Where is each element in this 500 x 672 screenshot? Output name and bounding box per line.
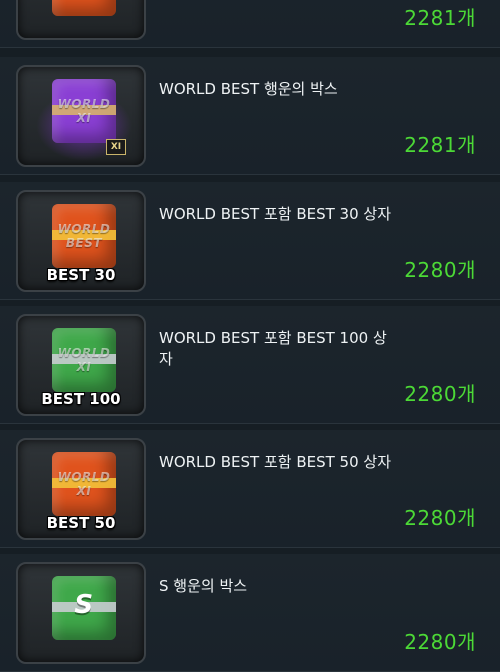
best-badge: BEST 30 [46, 266, 116, 284]
item-thumbnail: WORLD XI XI [16, 65, 146, 167]
item-count: 2281개 [404, 133, 476, 157]
item-thumbnail: WORLD BEST BEST 30 [16, 190, 146, 292]
item-title: S 행운의 박스 [159, 577, 248, 595]
best-badge: BEST 50 [46, 514, 116, 532]
item-title: WORLD BEST 포함 BEST 50 상자 [159, 453, 391, 471]
list-item[interactable]: WORLD XI BEST 100 WORLD BEST 포함 BEST 100… [0, 306, 500, 424]
world-xi-box-icon: WORLD XI [52, 79, 116, 143]
item-thumbnail: WORLD XI BEST 100 [16, 314, 146, 416]
list-item[interactable]: S S 행운의 박스 2280개 [0, 554, 500, 672]
item-thumbnail: WORLD XI BEST 50 [16, 438, 146, 540]
best50-box-icon: WORLD XI [52, 452, 116, 516]
item-count: 2281개 [404, 6, 476, 30]
item-count: 2280개 [404, 506, 476, 530]
item-list: SS 2281개 WORLD XI XI WORLD BEST 행운의 박스 2… [0, 0, 500, 672]
item-title: WORLD BEST 행운의 박스 [159, 80, 338, 98]
list-item[interactable]: WORLD BEST BEST 30 WORLD BEST 포함 BEST 30… [0, 182, 500, 300]
best100-box-icon: WORLD XI [52, 328, 116, 392]
item-thumbnail: SS [16, 0, 146, 40]
item-title: WORLD BEST 포함 BEST 30 상자 [159, 205, 391, 223]
item-count: 2280개 [404, 382, 476, 406]
item-title: WORLD BEST 포함 BEST 100 상자 [159, 329, 387, 368]
item-thumbnail: S [16, 562, 146, 664]
best30-box-icon: WORLD BEST [52, 204, 116, 268]
ss-box-icon: SS [52, 0, 116, 16]
list-item[interactable]: WORLD XI XI WORLD BEST 행운의 박스 2281개 [0, 57, 500, 175]
xi-tag-icon: XI [106, 139, 126, 155]
list-item[interactable]: WORLD XI BEST 50 WORLD BEST 포함 BEST 50 상… [0, 430, 500, 548]
s-box-icon: S [52, 576, 116, 640]
best-badge: BEST 100 [41, 390, 121, 408]
list-item[interactable]: SS 2281개 [0, 0, 500, 48]
item-count: 2280개 [404, 630, 476, 654]
item-count: 2280개 [404, 258, 476, 282]
